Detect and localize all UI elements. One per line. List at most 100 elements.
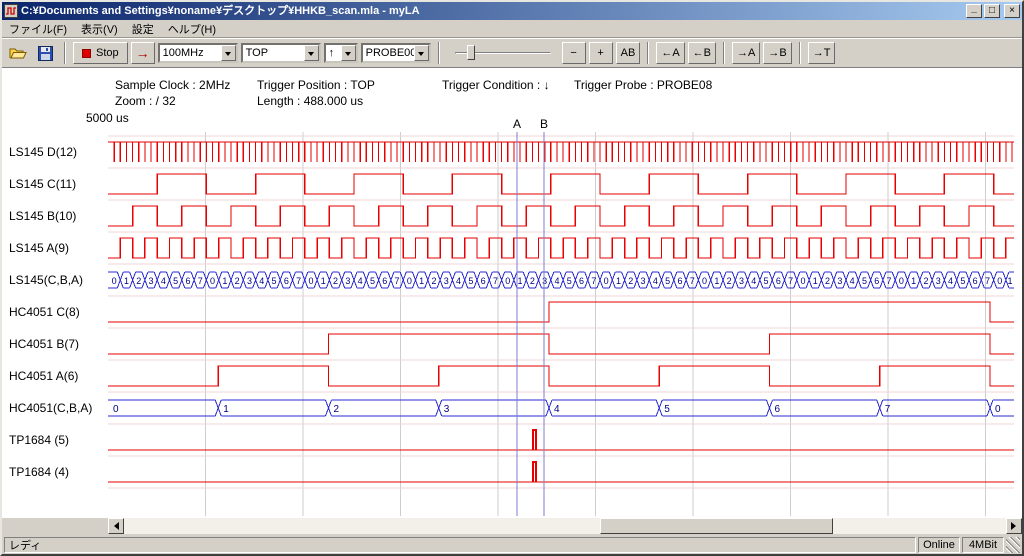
minimize-button[interactable]: _ bbox=[966, 4, 982, 18]
menu-settings[interactable]: 設定 bbox=[125, 19, 161, 39]
channel-trace-hc4051-a-6- bbox=[108, 366, 1014, 386]
svg-text:1: 1 bbox=[616, 276, 621, 286]
svg-text:3: 3 bbox=[345, 276, 350, 286]
stop-button[interactable]: Stop bbox=[73, 42, 128, 64]
toolbar-separator bbox=[799, 42, 801, 64]
svg-text:3: 3 bbox=[739, 276, 744, 286]
svg-text:6: 6 bbox=[185, 276, 190, 286]
goto-cursor-b-left-button[interactable]: ←B bbox=[688, 42, 716, 64]
menu-file[interactable]: ファイル(F) bbox=[2, 19, 74, 39]
svg-text:0: 0 bbox=[308, 276, 313, 286]
zoom-in-button[interactable]: + bbox=[589, 42, 613, 64]
channel-label: HC4051(C,B,A) bbox=[9, 392, 92, 424]
scroll-right-button[interactable] bbox=[1006, 518, 1022, 534]
goto-cursor-a-left-button[interactable]: ←A bbox=[656, 42, 684, 64]
toolbar: Stop → 100MHz TOP ↑ PROBE00 − + AB ←A ←B bbox=[2, 38, 1022, 68]
dropdown-button[interactable] bbox=[414, 45, 429, 61]
menu-view[interactable]: 表示(V) bbox=[74, 19, 125, 39]
svg-text:2: 2 bbox=[727, 276, 732, 286]
menu-bar: ファイル(F) 表示(V) 設定 ヘルプ(H) bbox=[2, 20, 1022, 38]
cursor-b-label[interactable]: B bbox=[540, 117, 548, 131]
svg-text:4: 4 bbox=[554, 404, 560, 415]
channel-trace-ls145-c-11- bbox=[108, 174, 1014, 194]
trigger-condition-info: Trigger Condition : ↓ bbox=[442, 78, 550, 92]
channel-trace-ls145-a-9- bbox=[108, 238, 1014, 258]
horizontal-scrollbar[interactable] bbox=[108, 518, 1022, 534]
svg-text:4: 4 bbox=[948, 276, 953, 286]
svg-text:4: 4 bbox=[653, 276, 658, 286]
app-icon bbox=[4, 4, 18, 18]
svg-text:3: 3 bbox=[247, 276, 252, 286]
time-ruler-label: 5000 us bbox=[86, 111, 129, 125]
svg-text:7: 7 bbox=[296, 276, 301, 286]
svg-text:4: 4 bbox=[161, 276, 166, 286]
svg-text:2: 2 bbox=[628, 276, 633, 286]
channel-label: LS145 C(11) bbox=[9, 168, 76, 200]
close-button[interactable]: × bbox=[1004, 4, 1020, 18]
resize-grip[interactable] bbox=[1006, 537, 1020, 553]
channel-label: LS145(C,B,A) bbox=[9, 264, 83, 296]
svg-text:7: 7 bbox=[885, 404, 891, 415]
svg-text:0: 0 bbox=[604, 276, 609, 286]
zoom-slider[interactable] bbox=[455, 43, 551, 63]
toolbar-separator bbox=[438, 42, 440, 64]
floppy-save-icon bbox=[38, 46, 53, 61]
svg-text:5: 5 bbox=[468, 276, 473, 286]
channel-label: LS145 D(12) bbox=[9, 136, 77, 168]
dropdown-button[interactable] bbox=[341, 45, 356, 61]
trigger-probe-select[interactable]: PROBE00 bbox=[361, 43, 431, 63]
goto-cursor-a-right-button[interactable]: →A bbox=[732, 42, 760, 64]
stop-icon bbox=[82, 49, 91, 58]
goto-trigger-button[interactable]: →T bbox=[808, 42, 836, 64]
svg-text:7: 7 bbox=[591, 276, 596, 286]
svg-text:3: 3 bbox=[542, 276, 547, 286]
svg-text:0: 0 bbox=[407, 276, 412, 286]
channel-trace-tp1684-5- bbox=[108, 430, 1014, 450]
trigger-position-select[interactable]: TOP bbox=[241, 43, 321, 63]
menu-help[interactable]: ヘルプ(H) bbox=[161, 19, 223, 39]
trigger-edge-value: ↑ bbox=[326, 47, 341, 59]
cursor-a-label[interactable]: A bbox=[513, 117, 521, 131]
dropdown-button[interactable] bbox=[304, 45, 319, 61]
channel-trace-hc4051-c-b-a-: 012345670 bbox=[108, 400, 1014, 416]
scrollbar-thumb[interactable] bbox=[600, 518, 833, 534]
svg-text:3: 3 bbox=[444, 404, 450, 415]
maximize-button[interactable]: □ bbox=[984, 4, 1000, 18]
dropdown-button[interactable] bbox=[221, 45, 236, 61]
waveform-plot[interactable]: 0123456701234567012345670123456701234567… bbox=[108, 132, 1014, 516]
svg-text:6: 6 bbox=[284, 276, 289, 286]
open-button[interactable] bbox=[6, 42, 30, 64]
scroll-left-button[interactable] bbox=[108, 518, 124, 534]
zoom-out-button[interactable]: − bbox=[562, 42, 586, 64]
sample-clock-select[interactable]: 100MHz bbox=[158, 43, 238, 63]
svg-text:0: 0 bbox=[800, 276, 805, 286]
svg-text:5: 5 bbox=[665, 276, 670, 286]
trigger-position-info: Trigger Position : TOP bbox=[257, 78, 375, 92]
svg-text:2: 2 bbox=[136, 276, 141, 286]
svg-text:0: 0 bbox=[113, 404, 119, 415]
svg-text:2: 2 bbox=[431, 276, 436, 286]
chevron-down-icon bbox=[345, 52, 351, 59]
svg-text:5: 5 bbox=[862, 276, 867, 286]
svg-text:1: 1 bbox=[714, 276, 719, 286]
chevron-down-icon bbox=[418, 52, 424, 59]
svg-text:7: 7 bbox=[493, 276, 498, 286]
svg-text:3: 3 bbox=[641, 276, 646, 286]
status-memory: 4MBit bbox=[962, 537, 1004, 553]
svg-text:4: 4 bbox=[751, 276, 756, 286]
svg-text:6: 6 bbox=[481, 276, 486, 286]
channel-trace-tp1684-4- bbox=[108, 462, 1014, 482]
svg-text:1: 1 bbox=[911, 276, 916, 286]
save-button[interactable] bbox=[33, 42, 57, 64]
toolbar-separator bbox=[64, 42, 66, 64]
zoom-ab-button[interactable]: AB bbox=[616, 42, 641, 64]
goto-cursor-b-right-button[interactable]: →B bbox=[763, 42, 791, 64]
trigger-edge-select[interactable]: ↑ bbox=[324, 43, 358, 63]
scrollbar-track[interactable] bbox=[124, 518, 1006, 534]
svg-text:2: 2 bbox=[530, 276, 535, 286]
run-button[interactable]: → bbox=[131, 42, 155, 64]
channel-trace-ls145-c-b-a-: 0123456701234567012345670123456701234567… bbox=[108, 272, 1014, 288]
zoom-slider-thumb[interactable] bbox=[467, 45, 475, 60]
svg-text:0: 0 bbox=[210, 276, 215, 286]
channel-label: TP1684 (5) bbox=[9, 424, 69, 456]
